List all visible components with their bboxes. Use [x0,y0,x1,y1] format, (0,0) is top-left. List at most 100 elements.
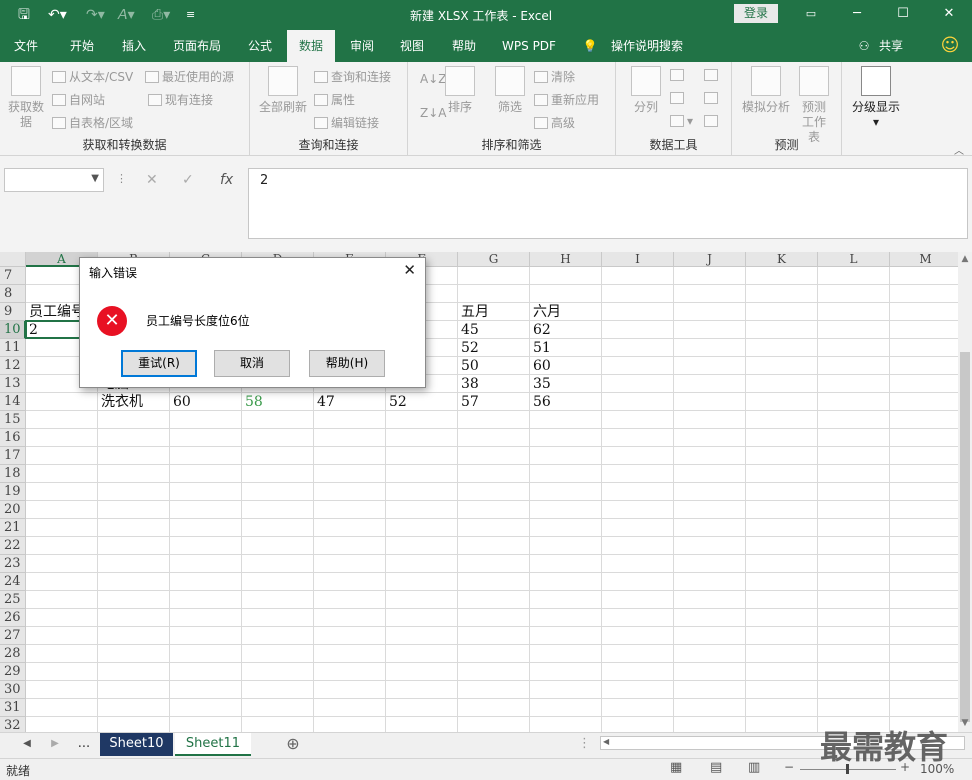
column-header-i[interactable]: I [602,252,674,267]
cell-k17[interactable] [746,447,818,465]
row-header-12[interactable]: 12 [0,357,26,375]
cell-m21[interactable] [890,519,958,537]
cell-c19[interactable] [170,483,242,501]
tab-view[interactable]: 视图 [388,30,436,62]
cell-l8[interactable] [818,285,890,303]
cell-m27[interactable] [890,627,958,645]
cell-m23[interactable] [890,555,958,573]
cell-l20[interactable] [818,501,890,519]
cell-k9[interactable] [746,303,818,321]
cell-k15[interactable] [746,411,818,429]
cell-j17[interactable] [674,447,746,465]
page-break-view-icon[interactable]: ▥ [748,760,760,775]
cell-m8[interactable] [890,285,958,303]
cell-h11[interactable]: 51 [530,339,602,357]
name-box[interactable]: ▼ [4,168,104,192]
column-header-m[interactable]: M [890,252,958,267]
cell-m16[interactable] [890,429,958,447]
cell-a20[interactable] [26,501,98,519]
cell-c16[interactable] [170,429,242,447]
dialog-close-icon[interactable]: ✕ [403,261,416,279]
cell-j10[interactable] [674,321,746,339]
scroll-up-icon[interactable]: ▲ [960,254,970,264]
cell-k26[interactable] [746,609,818,627]
cell-k11[interactable] [746,339,818,357]
cell-j15[interactable] [674,411,746,429]
row-header-17[interactable]: 17 [0,447,26,465]
tab-file[interactable]: 文件 [0,30,52,62]
cell-k27[interactable] [746,627,818,645]
cell-d26[interactable] [242,609,314,627]
refresh-all-button[interactable]: 全部刷新 [258,66,308,115]
cell-d32[interactable] [242,717,314,732]
select-all-corner[interactable] [0,252,26,267]
cell-k24[interactable] [746,573,818,591]
cell-b28[interactable] [98,645,170,663]
cell-g30[interactable] [458,681,530,699]
cell-m22[interactable] [890,537,958,555]
cell-a15[interactable] [26,411,98,429]
cell-g29[interactable] [458,663,530,681]
cell-i24[interactable] [602,573,674,591]
cell-i23[interactable] [602,555,674,573]
row-header-11[interactable]: 11 [0,339,26,357]
cell-g24[interactable] [458,573,530,591]
undo-icon[interactable]: ↶▾ [48,6,67,24]
cell-g14[interactable]: 57 [458,393,530,411]
cell-h7[interactable] [530,267,602,285]
cell-f31[interactable] [386,699,458,717]
cell-g19[interactable] [458,483,530,501]
tell-me-search[interactable]: 操作说明搜索 [604,30,690,62]
column-header-l[interactable]: L [818,252,890,267]
cell-e24[interactable] [314,573,386,591]
cell-f18[interactable] [386,465,458,483]
row-header-18[interactable]: 18 [0,465,26,483]
cell-g27[interactable] [458,627,530,645]
column-header-g[interactable]: G [458,252,530,267]
cell-m15[interactable] [890,411,958,429]
cell-j32[interactable] [674,717,746,732]
zoom-out-icon[interactable]: − [784,760,794,774]
cell-i32[interactable] [602,717,674,732]
cell-h27[interactable] [530,627,602,645]
cell-j21[interactable] [674,519,746,537]
cell-g9[interactable]: 五月 [458,303,530,321]
cell-c24[interactable] [170,573,242,591]
cell-b29[interactable] [98,663,170,681]
cell-l22[interactable] [818,537,890,555]
cell-h28[interactable] [530,645,602,663]
chevron-down-icon[interactable]: ▼ [91,173,99,184]
cell-i31[interactable] [602,699,674,717]
cell-b22[interactable] [98,537,170,555]
cell-a14[interactable] [26,393,98,411]
recent-sources-button[interactable]: 最近使用的源 [145,68,234,85]
cell-b30[interactable] [98,681,170,699]
cell-h16[interactable] [530,429,602,447]
cell-j16[interactable] [674,429,746,447]
cell-h13[interactable]: 35 [530,375,602,393]
cell-l26[interactable] [818,609,890,627]
properties-button[interactable]: 属性 [314,91,355,108]
cell-a31[interactable] [26,699,98,717]
from-web-button[interactable]: 自网站 [52,91,105,108]
cell-m30[interactable] [890,681,958,699]
cell-h25[interactable] [530,591,602,609]
cell-l28[interactable] [818,645,890,663]
cell-c21[interactable] [170,519,242,537]
cell-m25[interactable] [890,591,958,609]
cell-l10[interactable] [818,321,890,339]
cell-i26[interactable] [602,609,674,627]
cell-e15[interactable] [314,411,386,429]
from-table-button[interactable]: 自表格/区域 [52,114,133,131]
cell-a27[interactable] [26,627,98,645]
cell-h30[interactable] [530,681,602,699]
row-header-30[interactable]: 30 [0,681,26,699]
cell-j29[interactable] [674,663,746,681]
cell-i12[interactable] [602,357,674,375]
sheet-tab-sheet10[interactable]: Sheet10 [100,733,173,756]
cell-e22[interactable] [314,537,386,555]
cell-f19[interactable] [386,483,458,501]
cell-i29[interactable] [602,663,674,681]
cell-h21[interactable] [530,519,602,537]
row-header-7[interactable]: 7 [0,267,26,285]
